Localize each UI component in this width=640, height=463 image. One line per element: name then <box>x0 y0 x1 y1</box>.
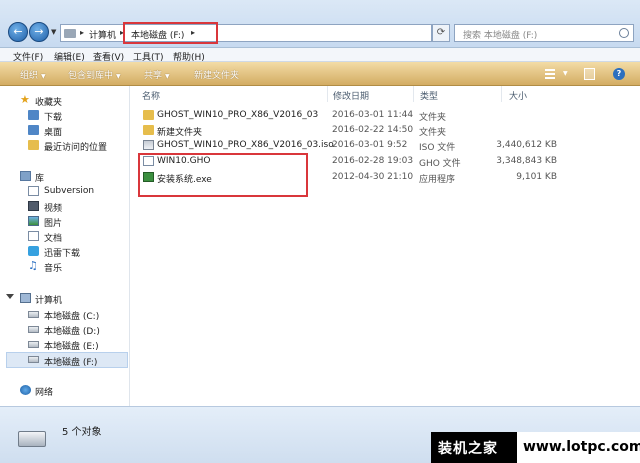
column-header-date[interactable]: 修改日期 <box>333 89 369 102</box>
table-row[interactable]: GHOST_WIN10_PRO_X86_V2016_03 2016-03-01 … <box>141 109 581 123</box>
music-icon: ♫ <box>28 259 38 272</box>
chevron-right-icon[interactable]: ▸ <box>80 28 84 37</box>
preview-pane-icon[interactable] <box>584 68 595 80</box>
column-divider[interactable] <box>501 86 502 102</box>
search-input[interactable]: 搜索 本地磁盘 (F:) <box>454 24 634 42</box>
drive-icon <box>28 311 39 318</box>
column-divider[interactable] <box>327 86 328 102</box>
folder-icon <box>143 125 154 135</box>
chevron-down-icon: ▼ <box>41 73 46 80</box>
watermark-url: www.lotpc.com <box>517 432 640 463</box>
chevron-down-icon[interactable]: ▼ <box>563 70 568 77</box>
recent-pages-dropdown[interactable]: ▼ <box>51 28 56 36</box>
iso-file-icon <box>143 140 154 150</box>
drive-icon <box>28 326 39 333</box>
menu-bar: 文件(F) 编辑(E) 查看(V) 工具(T) 帮助(H) <box>0 48 640 63</box>
drive-icon <box>28 356 39 363</box>
forward-button[interactable]: → <box>29 22 49 42</box>
table-row[interactable]: GHOST_WIN10_PRO_X86_V2016_03.iso 2016-03… <box>141 139 581 153</box>
back-button[interactable]: ← <box>8 22 28 42</box>
sidebar-item-drive-f[interactable]: 本地磁盘 (F:) <box>6 352 128 368</box>
computer-icon <box>20 293 31 303</box>
picture-library-icon <box>28 216 39 226</box>
command-bar: 组织 ▼ 包含到库中 ▼ 共享 ▼ 新建文件夹 ▼ ? <box>0 62 640 86</box>
drive-icon <box>18 431 46 447</box>
subversion-library-icon <box>28 186 39 196</box>
star-icon: ★ <box>20 93 30 106</box>
downloads-folder-icon <box>28 110 39 120</box>
search-icon[interactable] <box>619 28 629 38</box>
new-folder-button[interactable]: 新建文件夹 <box>194 68 239 81</box>
chevron-down-icon: ▼ <box>165 73 170 80</box>
address-highlight-box <box>123 22 218 44</box>
watermark-brand: 装机之家 <box>438 441 498 457</box>
breadcrumb-computer[interactable]: 计算机 <box>89 28 116 41</box>
library-icon <box>20 171 31 181</box>
refresh-button[interactable]: ⟳ <box>432 24 450 42</box>
navigation-pane: ★ 收藏夹 下载 桌面 最近访问的位置 库 Subversion 视频 图片 文… <box>0 86 130 406</box>
column-header-size[interactable]: 大小 <box>509 89 527 102</box>
recent-places-icon <box>28 140 39 150</box>
share-button[interactable]: 共享 ▼ <box>144 68 170 81</box>
column-header-type[interactable]: 类型 <box>420 89 438 102</box>
file-highlight-box <box>138 153 308 197</box>
organize-button[interactable]: 组织 ▼ <box>20 68 46 81</box>
folder-icon <box>143 110 154 120</box>
file-list: 名称 修改日期 类型 大小 GHOST_WIN10_PRO_X86_V2016_… <box>131 86 640 406</box>
chevron-down-icon: ▼ <box>116 73 121 80</box>
network-icon <box>20 385 31 395</box>
view-options-icon[interactable] <box>545 69 555 79</box>
video-library-icon <box>28 201 39 211</box>
column-header-name[interactable]: 名称 <box>142 89 160 102</box>
desktop-icon <box>28 125 39 135</box>
computer-icon <box>64 29 76 38</box>
help-icon[interactable]: ? <box>613 68 625 80</box>
expand-arrow-icon[interactable] <box>6 294 14 299</box>
column-divider[interactable] <box>413 86 414 102</box>
search-placeholder: 搜索 本地磁盘 (F:) <box>463 31 538 41</box>
drive-icon <box>28 341 39 348</box>
thunder-download-icon <box>28 246 39 256</box>
table-row[interactable]: 新建文件夹 2016-02-22 14:50 文件夹 <box>141 124 581 138</box>
watermark: 装机之家 www.lotpc.com <box>431 432 640 463</box>
address-bar-area: ← → ▼ ▸ 计算机 ▸ 本地磁盘 (F:) ▸ ⟳ 搜索 本地磁盘 (F:) <box>0 0 640 48</box>
document-library-icon <box>28 231 39 241</box>
address-input[interactable]: ▸ 计算机 ▸ 本地磁盘 (F:) ▸ <box>60 24 432 42</box>
item-count: 5 个对象 <box>62 427 102 438</box>
include-in-library-button[interactable]: 包含到库中 ▼ <box>68 68 121 81</box>
